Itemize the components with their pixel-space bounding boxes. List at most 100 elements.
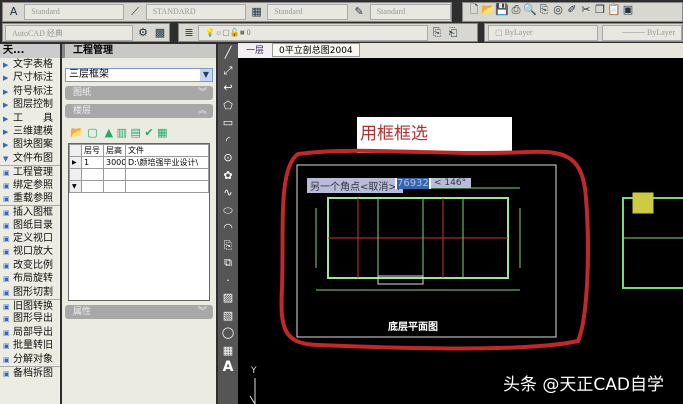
hatch-icon[interactable]: ▨ bbox=[220, 289, 236, 307]
print-icon[interactable]: ⎙ bbox=[509, 3, 523, 17]
menu-item[interactable]: ▣ 布局旋转 bbox=[0, 272, 60, 285]
mleader-style-select[interactable]: Standard bbox=[369, 4, 451, 20]
new-icon[interactable]: 🗋 bbox=[467, 3, 481, 17]
paste-icon[interactable]: 📋 bbox=[607, 3, 621, 17]
menu-item[interactable]: ▣ 插入图框 bbox=[0, 205, 60, 218]
menu-item[interactable]: ▣ 图纸目录 bbox=[0, 219, 60, 232]
match-icon[interactable]: ▣ bbox=[621, 3, 635, 17]
insert-block-icon[interactable]: ⎘ bbox=[220, 237, 236, 255]
tab-drawing-2004[interactable]: 0平立剖总图2004 bbox=[272, 43, 360, 57]
etransmit-icon[interactable]: ✐ bbox=[565, 3, 579, 17]
menu-item[interactable]: ▣ 旧图转换 bbox=[0, 299, 60, 312]
tab-floor-1[interactable]: 一层 bbox=[238, 44, 273, 58]
color-select[interactable]: ▢ ByLayer bbox=[488, 24, 598, 41]
menu-item[interactable]: ▶ 符号标注 bbox=[0, 85, 60, 98]
region-icon[interactable]: ◯ bbox=[220, 324, 236, 342]
table-cell[interactable] bbox=[103, 168, 126, 181]
table-cell[interactable] bbox=[81, 168, 104, 181]
linetype-select[interactable]: ──── ByLayer bbox=[602, 24, 682, 41]
table-cell[interactable] bbox=[125, 180, 209, 193]
preview-icon[interactable]: 🔍 bbox=[523, 3, 537, 17]
menu-item[interactable]: ▣ 备档拆图 bbox=[0, 365, 60, 379]
table-style-icon[interactable]: ▦ bbox=[250, 5, 263, 19]
properties-section-header[interactable]: 属性 ︾ bbox=[65, 305, 213, 319]
floor-number-cell[interactable]: 1 bbox=[81, 156, 104, 169]
copy-icon[interactable]: ❐ bbox=[593, 3, 607, 17]
table-row[interactable]: ▶ 1 3000 D:\颜培强毕业设计\ bbox=[69, 156, 209, 169]
open-folder-icon[interactable]: 📂 bbox=[70, 126, 84, 139]
menu-item[interactable]: ▣ 局部导出 bbox=[0, 326, 60, 339]
table-icon[interactable]: ▦ bbox=[220, 342, 236, 360]
layer-select[interactable]: 💡☼▢🔓■ 0 bbox=[198, 24, 428, 41]
menu-item[interactable]: ▶ 尺寸标注 bbox=[0, 71, 60, 84]
building-icon[interactable]: ▲ bbox=[105, 126, 113, 139]
menu-item[interactable]: ▣ 工程管理 bbox=[0, 165, 60, 178]
save-icon[interactable]: 💾 bbox=[495, 3, 509, 17]
layer-previous-icon[interactable]: ⎗ bbox=[446, 26, 460, 40]
table-row[interactable]: ▼ bbox=[69, 180, 209, 193]
build-icon[interactable]: ▦ bbox=[157, 126, 167, 139]
layer-manager-icon[interactable]: ≣ bbox=[182, 26, 196, 40]
table-style-select[interactable]: Standard bbox=[267, 4, 349, 20]
workspace-select[interactable]: AutoCAD 经典 bbox=[5, 24, 133, 41]
text-style-select[interactable]: Standard bbox=[24, 4, 125, 20]
menu-item[interactable]: ▣ 分解对象 bbox=[0, 353, 60, 366]
mtext-icon[interactable]: A bbox=[220, 359, 236, 377]
chevron-down-icon[interactable]: ▼ bbox=[200, 69, 212, 81]
project-select[interactable]: 三层框架 ▼ bbox=[65, 68, 213, 82]
publish-icon[interactable]: ⎘ bbox=[537, 3, 551, 17]
polyline-icon[interactable]: ↩ bbox=[220, 79, 236, 97]
rectangle-icon[interactable]: ▭ bbox=[220, 114, 236, 132]
floor-file-cell[interactable]: D:\颜培强毕业设计\ bbox=[125, 156, 209, 169]
menu-item[interactable]: ▣ 定义视口 bbox=[0, 232, 60, 245]
menu-item[interactable]: ▶ 图层控制 bbox=[0, 98, 60, 111]
revcloud-icon[interactable]: ✿ bbox=[220, 167, 236, 185]
polygon-icon[interactable]: ⬠ bbox=[220, 97, 236, 115]
ellipse-arc-icon[interactable]: ◠ bbox=[220, 219, 236, 237]
arc-icon[interactable]: ◜ bbox=[220, 132, 236, 150]
dim-style-select[interactable]: STANDARD bbox=[145, 4, 246, 20]
floors-section-header[interactable]: 楼层 ︽ bbox=[65, 104, 213, 118]
menu-item[interactable]: ▣ 绑定参照 bbox=[0, 179, 60, 192]
cut-icon[interactable]: ✂ bbox=[579, 3, 593, 17]
menu-item[interactable]: ▣ 图形导出 bbox=[0, 312, 60, 325]
table-row[interactable] bbox=[69, 168, 209, 181]
menu-item[interactable]: ▣ 视口放大 bbox=[0, 245, 60, 258]
3d-dwf-icon[interactable]: ◎ bbox=[551, 3, 565, 17]
menu-item[interactable]: ▣ 批量转旧 bbox=[0, 339, 60, 352]
mleader-style-icon[interactable]: ✎ bbox=[352, 5, 365, 19]
menu-item[interactable]: ▶ 三维建模 bbox=[0, 125, 60, 138]
check-icon[interactable]: ✔ bbox=[144, 126, 153, 139]
dim-style-icon[interactable]: ⟋ bbox=[128, 5, 141, 19]
make-current-icon[interactable]: ⎘ bbox=[430, 26, 444, 40]
make-block-icon[interactable]: ⧉ bbox=[220, 254, 236, 272]
gear-icon[interactable]: ⚙ bbox=[136, 26, 150, 40]
distance-input[interactable]: 76932 bbox=[395, 178, 431, 189]
drawings-section-header[interactable]: 图纸 ︾ bbox=[65, 86, 213, 100]
table-cell[interactable] bbox=[103, 180, 126, 193]
angle-input[interactable]: < 146° bbox=[431, 178, 471, 188]
point-icon[interactable]: · bbox=[220, 272, 236, 290]
circle-icon[interactable]: ⊙ bbox=[220, 149, 236, 167]
menu-item[interactable]: ▣ 改变比例 bbox=[0, 259, 60, 272]
list-icon[interactable]: ▤ bbox=[130, 126, 140, 139]
spline-icon[interactable]: ∿ bbox=[220, 184, 236, 202]
ellipse-icon[interactable]: ⬭ bbox=[220, 202, 236, 220]
text-style-icon[interactable]: A bbox=[7, 5, 20, 19]
menu-item[interactable]: ▼ 文件布图 bbox=[0, 152, 60, 165]
menu-item[interactable]: ▶ 图块图案 bbox=[0, 138, 60, 151]
menu-item[interactable]: ▶ 工 具 bbox=[0, 112, 60, 125]
model-icon[interactable]: ▥ bbox=[117, 126, 127, 139]
menu-item[interactable]: ▣ 重载参照 bbox=[0, 192, 60, 205]
menu-item[interactable]: ▶ 文字表格 bbox=[0, 58, 60, 71]
customize-icon[interactable]: ▩ bbox=[153, 26, 167, 40]
gradient-icon[interactable]: ▧ bbox=[220, 307, 236, 325]
xline-icon[interactable]: ⤢ bbox=[220, 62, 236, 80]
open-icon[interactable]: 📂 bbox=[481, 3, 495, 17]
drawing-canvas[interactable]: 用框框选 另一个角点<取消>: 76932 < 146° 底层平面图 Y 头条 … bbox=[238, 58, 683, 404]
floor-height-cell[interactable]: 3000 bbox=[103, 156, 126, 169]
table-cell[interactable] bbox=[125, 168, 209, 181]
menu-item[interactable]: ▣ 图形切割 bbox=[0, 286, 60, 299]
line-icon[interactable]: ╱ bbox=[220, 44, 236, 62]
table-cell[interactable] bbox=[81, 180, 104, 193]
